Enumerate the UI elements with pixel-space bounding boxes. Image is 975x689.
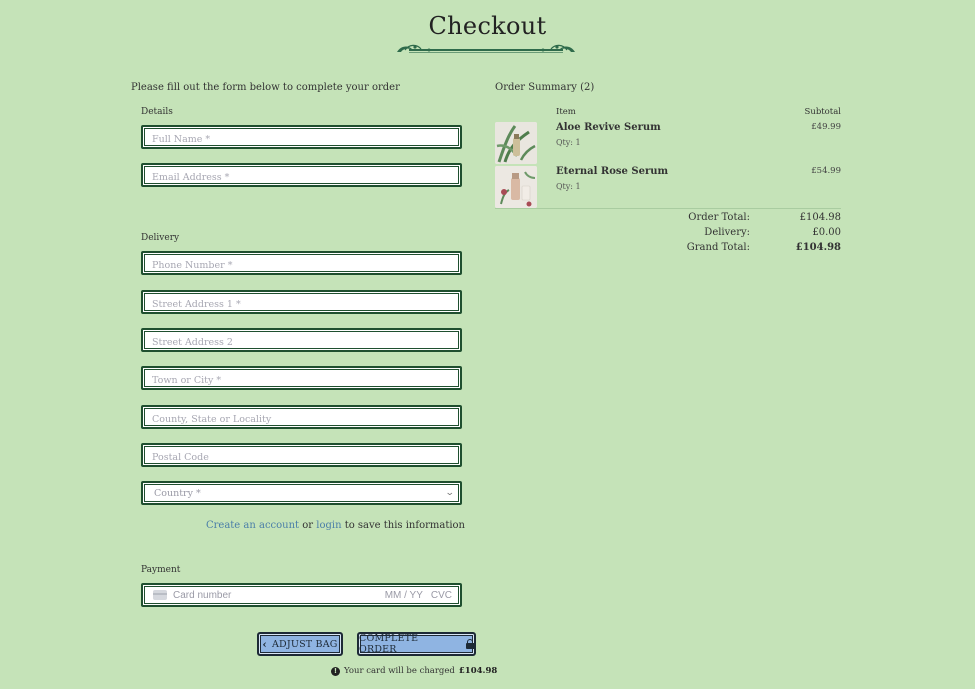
adjust-bag-label: ADJUST BAG — [272, 638, 338, 650]
charge-amount: £104.98 — [458, 666, 498, 676]
delivery-cost-label: Delivery: — [704, 227, 750, 238]
item-qty: Qty: 1 — [556, 182, 581, 191]
create-account-link[interactable]: Create an account — [206, 520, 299, 531]
chevron-left-icon: ‹ — [262, 637, 267, 651]
form-intro: Please fill out the form below to comple… — [131, 82, 400, 93]
chevron-down-icon: ⌄ — [445, 488, 456, 498]
product-image-aloe[interactable] — [495, 122, 537, 164]
email-field[interactable] — [141, 163, 462, 188]
street-address-1-field[interactable] — [141, 290, 462, 315]
details-label: Details — [141, 107, 173, 117]
credit-card-icon — [153, 590, 167, 600]
adjust-bag-button[interactable]: ‹ ADJUST BAG — [257, 632, 343, 656]
county-input[interactable] — [143, 409, 460, 430]
street-address-2-field[interactable] — [141, 328, 462, 353]
grand-total-value: £104.98 — [795, 242, 841, 253]
title-ornament-icon — [397, 44, 575, 53]
summary-col-item: Item — [556, 107, 576, 117]
complete-order-button[interactable]: COMPLETE ORDER — [357, 632, 476, 656]
item-qty: Qty: 1 — [556, 138, 581, 147]
grand-total-label: Grand Total: — [686, 242, 750, 253]
page-title: Checkout — [428, 12, 547, 40]
postcode-input[interactable] — [143, 447, 460, 468]
country-select[interactable]: Country * ⌄ — [141, 481, 462, 505]
complete-order-label: COMPLETE ORDER — [359, 633, 419, 655]
country-select-value: Country * — [154, 487, 201, 499]
postcode-field[interactable] — [141, 443, 462, 468]
item-name: Aloe Revive Serum — [556, 122, 661, 133]
save-info-or: or — [302, 520, 314, 531]
county-field[interactable] — [141, 405, 462, 430]
product-image-rose[interactable] — [495, 166, 537, 208]
town-input[interactable] — [143, 370, 460, 391]
full-name-field[interactable] — [141, 125, 462, 150]
card-element[interactable]: Card number MM / YY CVC — [141, 583, 462, 607]
login-link[interactable]: login — [316, 520, 341, 531]
card-expiry-input[interactable]: MM / YY — [385, 590, 423, 601]
order-total-label: Order Total: — [688, 212, 750, 223]
phone-input[interactable] — [143, 255, 460, 276]
item-subtotal: £49.99 — [811, 122, 841, 132]
full-name-input[interactable] — [143, 129, 460, 150]
summary-col-subtotal: Subtotal — [804, 107, 841, 117]
delivery-label: Delivery — [141, 233, 180, 243]
exclamation-circle-icon: ! — [331, 666, 340, 676]
town-field[interactable] — [141, 366, 462, 391]
phone-field[interactable] — [141, 251, 462, 276]
order-item: Aloe Revive Serum Qty: 1 £49.99 — [495, 122, 841, 164]
card-cvc-input[interactable]: CVC — [431, 590, 452, 601]
email-input[interactable] — [143, 167, 460, 188]
order-total-value: £104.98 — [799, 212, 841, 223]
charge-note-text: Your card will be charged — [344, 666, 455, 676]
order-summary-title: Order Summary (2) — [495, 82, 595, 93]
payment-label: Payment — [141, 565, 181, 575]
summary-divider — [495, 208, 841, 209]
charge-note: ! Your card will be charged £104.98 — [331, 666, 497, 676]
save-info-suffix: to save this information — [344, 520, 465, 531]
delivery-cost-value: £0.00 — [812, 227, 841, 238]
save-info-text: Create an account or login to save this … — [141, 520, 465, 531]
order-item: Eternal Rose Serum Qty: 1 £54.99 — [495, 166, 841, 208]
street-address-2-input[interactable] — [143, 332, 460, 353]
lock-icon — [466, 639, 476, 649]
item-subtotal: £54.99 — [811, 166, 841, 176]
street-address-1-input[interactable] — [143, 294, 460, 315]
item-name: Eternal Rose Serum — [556, 166, 669, 177]
card-number-input[interactable]: Card number — [173, 590, 385, 601]
